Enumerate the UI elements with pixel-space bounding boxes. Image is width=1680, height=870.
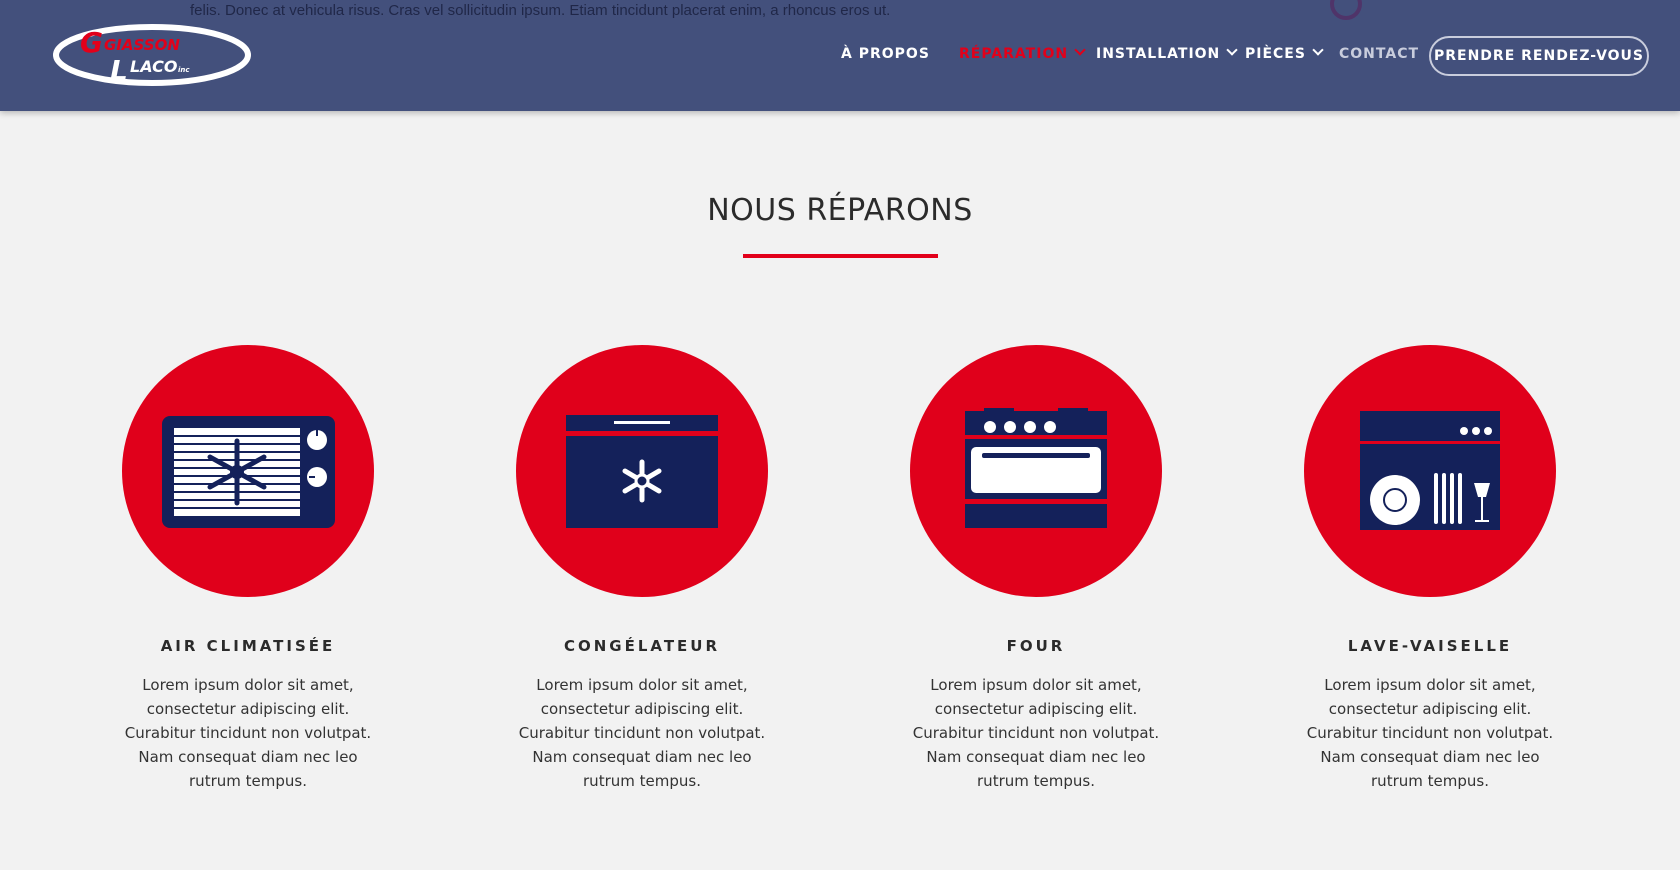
service-description: Lorem ipsum dolor sit amet, consectetur …: [124, 676, 372, 790]
service-title: AIR CLIMATISÉE: [160, 637, 336, 655]
service-title: LAVE-VAISELLE: [1347, 637, 1513, 655]
nav-item-label: CONTACT: [1339, 46, 1420, 62]
service-card-air-climatisee: AIR CLIMATISÉE Lorem ipsum dolor sit ame…: [98, 345, 398, 793]
service-description: Lorem ipsum dolor sit amet, consectetur …: [518, 676, 766, 790]
chevron-down-icon: [1226, 44, 1238, 56]
service-card-lave-vaiselle: LAVE-VAISELLE Lorem ipsum dolor sit amet…: [1280, 345, 1580, 793]
service-card-congelateur: CONGÉLATEUR Lorem ipsum dolor sit amet, …: [492, 345, 792, 793]
main-nav: À PROPOS RÉPARATION INSTALLATION PIÈCES …: [0, 0, 1680, 111]
nav-item-label: RÉPARATION: [959, 46, 1069, 62]
air-conditioner-icon: [162, 416, 335, 528]
freezer-icon: [566, 415, 718, 528]
service-description: Lorem ipsum dolor sit amet, consectetur …: [912, 676, 1160, 790]
chevron-down-icon: [1074, 44, 1086, 56]
service-card-four: FOUR Lorem ipsum dolor sit amet, consect…: [886, 345, 1186, 793]
nav-item-label: PIÈCES: [1245, 46, 1306, 62]
service-icon-circle[interactable]: [516, 345, 768, 597]
service-icon-circle[interactable]: [1304, 345, 1556, 597]
service-icon-circle[interactable]: [910, 345, 1162, 597]
nav-item-installation[interactable]: INSTALLATION: [1096, 44, 1238, 62]
service-icon-circle[interactable]: [122, 345, 374, 597]
site-header: felis. Donec at vehicula risus. Cras vel…: [0, 0, 1680, 111]
title-underline: [743, 254, 938, 258]
section-title: NOUS RÉPARONS: [707, 193, 973, 228]
service-title: FOUR: [1006, 637, 1066, 655]
oven-icon: [965, 408, 1107, 528]
service-description: Lorem ipsum dolor sit amet, consectetur …: [1306, 676, 1554, 790]
service-title: CONGÉLATEUR: [563, 637, 721, 655]
nav-item-reparation[interactable]: RÉPARATION: [959, 44, 1086, 62]
nav-item-label: À PROPOS: [841, 46, 930, 62]
nav-item-label: INSTALLATION: [1096, 46, 1221, 62]
chevron-down-icon: [1312, 44, 1324, 56]
nav-item-a-propos[interactable]: À PROPOS: [841, 46, 930, 62]
nav-item-contact[interactable]: CONTACT: [1339, 46, 1419, 62]
book-appointment-button[interactable]: PRENDRE RENDEZ-VOUS: [1429, 36, 1649, 76]
dishwasher-icon: [1360, 411, 1500, 530]
nav-item-pieces[interactable]: PIÈCES: [1245, 44, 1324, 62]
